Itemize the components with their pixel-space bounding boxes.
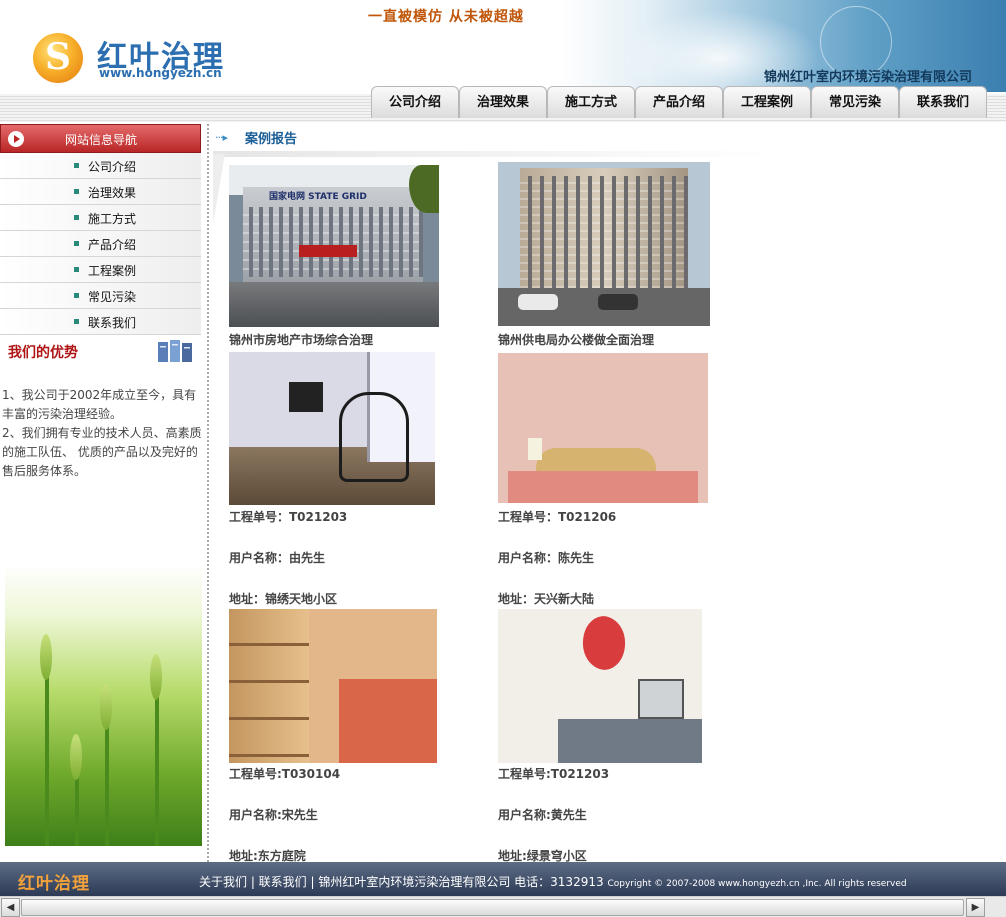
wheat-decor-image bbox=[5, 564, 202, 846]
case-photo-gym-room[interactable] bbox=[229, 352, 435, 505]
servers-icon bbox=[158, 340, 192, 362]
footer-logo: 红叶治理 bbox=[18, 874, 90, 894]
nav-tab-results[interactable]: 治理效果 bbox=[459, 86, 547, 118]
advantage-item: 2、我们拥有专业的技术人员、高素质的施工队伍、 优质的产品以及完好的售后服务体系… bbox=[2, 426, 202, 478]
main-content: ···▸ 案例报告 国家电网 STATE GRID 锦州市房地产市场综合治理 锦… bbox=[209, 124, 1006, 863]
sidebar-item-label[interactable]: 治理效果 bbox=[88, 184, 136, 201]
case-project-number: 工程单号：T021206 bbox=[498, 510, 617, 524]
bullet-icon bbox=[74, 215, 79, 220]
bullet-icon bbox=[74, 189, 79, 194]
nav-tab-cases[interactable]: 工程案例 bbox=[723, 86, 811, 118]
nav-tab-pollution[interactable]: 常见污染 bbox=[811, 86, 899, 118]
advantages-text: 1、我公司于2002年成立至今，具有丰富的污染治理经验。 2、我们拥有专业的技术… bbox=[2, 386, 204, 481]
advantage-item: 1、我公司于2002年成立至今，具有丰富的污染治理经验。 bbox=[2, 388, 197, 421]
case-project-number: 工程单号:T030104 bbox=[229, 767, 341, 781]
section-title: 案例报告 bbox=[245, 132, 298, 147]
top-nav: 公司介绍 治理效果 施工方式 产品介绍 工程案例 常见污染 联系我们 bbox=[371, 86, 987, 118]
sidebar-item-results[interactable]: 治理效果 bbox=[0, 179, 201, 205]
case-caption[interactable]: 锦州供电局办公楼做全面治理 bbox=[498, 331, 654, 348]
sidebar-item-label[interactable]: 联系我们 bbox=[88, 314, 136, 331]
case-address: 地址：天兴新大陆 bbox=[498, 592, 595, 606]
nav-tab-products[interactable]: 产品介绍 bbox=[635, 86, 723, 118]
nav-tab-construction[interactable]: 施工方式 bbox=[547, 86, 635, 118]
case-user-name: 用户名称:宋先生 bbox=[229, 808, 318, 822]
site-header: 一直被模仿 从未被超越 红叶治理 www.hongyezh.cn 锦州红叶室内环… bbox=[0, 0, 1006, 122]
scroll-right-icon[interactable]: ▶ bbox=[966, 898, 985, 917]
sidebar: 网站信息导航 公司介绍 治理效果 施工方式 产品介绍 工程案例 常见污染 联系我… bbox=[0, 124, 204, 862]
case-photo-bedroom[interactable] bbox=[498, 353, 708, 503]
site-footer: 红叶治理 关于我们 | 联系我们 | 锦州红叶室内环境污染治理有限公司 电话：3… bbox=[0, 862, 1006, 896]
slogan: 一直被模仿 从未被超越 bbox=[368, 9, 524, 25]
section-corner-decor bbox=[213, 154, 225, 224]
bullet-icon bbox=[74, 293, 79, 298]
dotted-arrow-icon: ···▸ bbox=[215, 131, 228, 144]
sidebar-nav-title: 网站信息导航 bbox=[65, 133, 138, 147]
scroll-left-icon[interactable]: ◀ bbox=[1, 898, 20, 917]
nav-tab-contact[interactable]: 联系我们 bbox=[899, 86, 987, 118]
scrollbar-thumb[interactable] bbox=[21, 899, 964, 916]
section-underline bbox=[213, 151, 773, 157]
horizontal-scrollbar[interactable]: ◀ ▶ bbox=[0, 896, 1006, 917]
bullet-icon bbox=[74, 241, 79, 246]
sidebar-nav-header: 网站信息导航 bbox=[0, 124, 201, 153]
case-user-name: 用户名称：陈先生 bbox=[498, 551, 595, 565]
case-user-name: 用户名称：由先生 bbox=[229, 551, 326, 565]
case-project-number: 工程单号:T021203 bbox=[498, 767, 610, 781]
case-address: 地址：锦绣天地小区 bbox=[229, 592, 338, 606]
sidebar-item-construction[interactable]: 施工方式 bbox=[0, 205, 201, 231]
sidebar-item-label[interactable]: 公司介绍 bbox=[88, 158, 136, 175]
nav-tab-about[interactable]: 公司介绍 bbox=[371, 86, 459, 118]
footer-info: 关于我们 | 联系我们 | 锦州红叶室内环境污染治理有限公司 电话：313291… bbox=[199, 873, 907, 890]
sidebar-item-cases[interactable]: 工程案例 bbox=[0, 257, 201, 283]
case-photo-study-room[interactable] bbox=[229, 609, 437, 763]
logo-url: www.hongyezh.cn bbox=[99, 66, 222, 80]
sidebar-item-label[interactable]: 施工方式 bbox=[88, 210, 136, 227]
bullet-icon bbox=[74, 319, 79, 324]
advantages-title: 我们的优势 bbox=[8, 345, 78, 361]
case-project-number: 工程单号：T021203 bbox=[229, 510, 348, 524]
sidebar-item-contact[interactable]: 联系我们 bbox=[0, 309, 201, 335]
bullet-icon bbox=[74, 163, 79, 168]
sidebar-item-label[interactable]: 常见污染 bbox=[88, 288, 136, 305]
case-caption[interactable]: 锦州市房地产市场综合治理 bbox=[229, 331, 373, 348]
case-photo-office-tower[interactable] bbox=[498, 162, 710, 326]
sidebar-item-pollution[interactable]: 常见污染 bbox=[0, 283, 201, 309]
sidebar-item-label[interactable]: 工程案例 bbox=[88, 262, 136, 279]
logo-icon[interactable] bbox=[33, 33, 83, 83]
bullet-icon bbox=[74, 267, 79, 272]
case-photo-grid-building[interactable]: 国家电网 STATE GRID bbox=[229, 165, 439, 327]
case-user-name: 用户名称:黄先生 bbox=[498, 808, 587, 822]
sidebar-item-products[interactable]: 产品介绍 bbox=[0, 231, 201, 257]
sidebar-item-about[interactable]: 公司介绍 bbox=[0, 153, 201, 179]
footer-links[interactable]: 关于我们 | 联系我们 | 锦州红叶室内环境污染治理有限公司 电话：313291… bbox=[199, 875, 604, 889]
case-photo-kids-room[interactable] bbox=[498, 609, 702, 763]
footer-copyright: Copyright © 2007-2008 www.hongyezh.cn ,I… bbox=[607, 879, 907, 889]
sidebar-menu: 公司介绍 治理效果 施工方式 产品介绍 工程案例 常见污染 联系我们 bbox=[0, 153, 201, 335]
play-arrow-icon bbox=[8, 131, 24, 147]
company-name: 锦州红叶室内环境污染治理有限公司 bbox=[764, 70, 973, 85]
sidebar-item-label[interactable]: 产品介绍 bbox=[88, 236, 136, 253]
